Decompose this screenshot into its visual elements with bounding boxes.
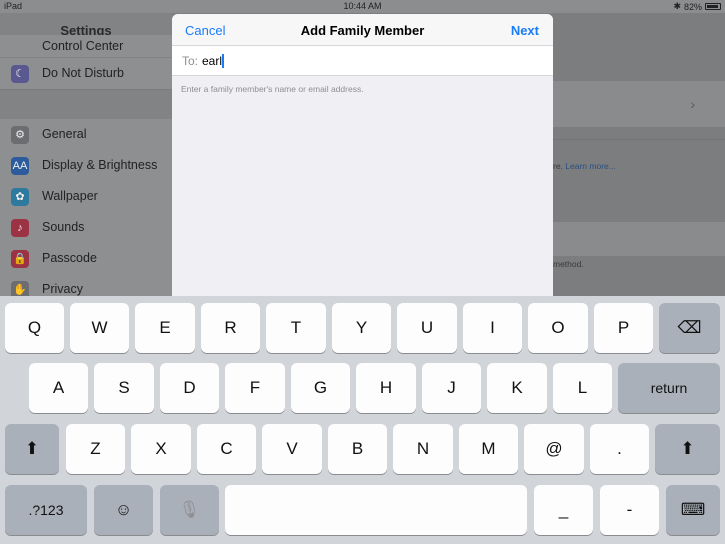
- battery-percent: 82%: [683, 1, 702, 12]
- to-hint: Enter a family member's name or email ad…: [181, 84, 364, 94]
- key-c[interactable]: C: [197, 424, 256, 474]
- key-z[interactable]: Z: [66, 424, 125, 474]
- key-m[interactable]: M: [459, 424, 518, 474]
- key-j[interactable]: J: [422, 363, 481, 413]
- background-detail-pane: › re. Learn more... method.: [553, 13, 725, 296]
- microphone-icon: 🎙: [178, 500, 201, 519]
- settings-item-privacy[interactable]: ✋ Privacy: [0, 274, 172, 296]
- settings-item-passcode[interactable]: 🔒 Passcode: [0, 243, 172, 274]
- display-icon: AA: [11, 157, 29, 175]
- delete-key[interactable]: ⌫: [659, 303, 720, 353]
- keyboard-hide-icon: ⌨: [680, 500, 706, 519]
- moon-icon: ☾: [11, 65, 29, 83]
- key-a[interactable]: A: [29, 363, 88, 413]
- key-p[interactable]: P: [594, 303, 653, 353]
- next-button[interactable]: Next: [511, 23, 539, 38]
- settings-item-general[interactable]: ⚙ General: [0, 119, 172, 150]
- key-dash[interactable]: -: [600, 485, 659, 535]
- key-v[interactable]: V: [262, 424, 322, 474]
- emoji-key[interactable]: ☺: [94, 485, 153, 535]
- status-time: 10:44 AM: [343, 1, 382, 11]
- key-o[interactable]: O: [528, 303, 588, 353]
- learn-more-link[interactable]: Learn more...: [565, 161, 616, 171]
- emoji-icon: ☺: [114, 500, 133, 519]
- shift-icon: ⬆: [24, 439, 40, 458]
- control-center-icon: [11, 37, 29, 55]
- shift-key-left[interactable]: ⬆: [5, 424, 59, 474]
- speaker-icon: ♪: [11, 219, 29, 237]
- detail-row-2: [553, 222, 725, 256]
- key-l[interactable]: L: [553, 363, 612, 413]
- key-y[interactable]: Y: [332, 303, 391, 353]
- settings-item-display[interactable]: AA Display & Brightness: [0, 150, 172, 181]
- to-input[interactable]: earl: [202, 54, 225, 68]
- key-b[interactable]: B: [328, 424, 387, 474]
- divider: [553, 139, 725, 140]
- hide-keyboard-key[interactable]: ⌨: [666, 485, 720, 535]
- return-key[interactable]: return: [618, 363, 720, 413]
- key-t[interactable]: T: [266, 303, 326, 353]
- key-at[interactable]: @: [524, 424, 584, 474]
- status-right: ✱ 82%: [673, 1, 721, 12]
- settings-item-control-center[interactable]: Control Center: [0, 35, 172, 57]
- key-x[interactable]: X: [131, 424, 191, 474]
- detail-footer: re. Learn more...: [553, 161, 616, 171]
- keyboard: Q W E R T Y U I O P ⌫ A S D F G H J K L …: [0, 296, 725, 544]
- shift-icon: ⬆: [680, 439, 695, 458]
- key-s[interactable]: S: [94, 363, 154, 413]
- delete-icon: ⌫: [677, 318, 702, 337]
- key-n[interactable]: N: [393, 424, 453, 474]
- divider: [0, 89, 172, 90]
- key-i[interactable]: I: [463, 303, 522, 353]
- space-bar[interactable]: [225, 485, 527, 535]
- numbers-key[interactable]: .?123: [5, 485, 87, 535]
- detail-row: ›: [553, 81, 725, 127]
- settings-item-wallpaper[interactable]: ✿ Wallpaper: [0, 181, 172, 212]
- key-period[interactable]: .: [590, 424, 649, 474]
- key-g[interactable]: G: [291, 363, 350, 413]
- key-k[interactable]: K: [487, 363, 547, 413]
- text-caret: [222, 54, 225, 68]
- to-field[interactable]: To: earl: [172, 46, 553, 76]
- battery-icon: [705, 3, 721, 10]
- dictation-key[interactable]: 🎙: [160, 485, 219, 535]
- detail-footer-2: method.: [553, 259, 584, 269]
- to-label: To:: [182, 54, 199, 68]
- key-w[interactable]: W: [70, 303, 129, 353]
- settings-item-sounds[interactable]: ♪ Sounds: [0, 212, 172, 243]
- key-f[interactable]: F: [225, 363, 285, 413]
- key-u[interactable]: U: [397, 303, 457, 353]
- to-input-value: earl: [202, 54, 223, 68]
- key-e[interactable]: E: [135, 303, 195, 353]
- key-d[interactable]: D: [160, 363, 219, 413]
- status-bar: iPad 10:44 AM ✱ 82%: [0, 0, 725, 13]
- add-family-member-sheet: Cancel Add Family Member Next To: earl E…: [172, 14, 553, 296]
- settings-item-do-not-disturb[interactable]: ☾ Do Not Disturb: [0, 58, 172, 89]
- key-underscore[interactable]: _: [534, 485, 593, 535]
- modal-header: Cancel Add Family Member Next: [172, 14, 553, 46]
- key-r[interactable]: R: [201, 303, 260, 353]
- shift-key-right[interactable]: ⬆: [655, 424, 720, 474]
- key-q[interactable]: Q: [5, 303, 64, 353]
- gear-icon: ⚙: [11, 126, 29, 144]
- key-h[interactable]: H: [356, 363, 416, 413]
- bluetooth-icon: ✱: [673, 1, 681, 11]
- wallpaper-icon: ✿: [11, 188, 29, 206]
- settings-sidebar: Settings Control Center ☾ Do Not Disturb…: [0, 13, 172, 296]
- chevron-right-icon: ›: [690, 96, 695, 112]
- lock-icon: 🔒: [11, 250, 29, 268]
- modal-title: Add Family Member: [300, 23, 425, 38]
- hand-icon: ✋: [11, 281, 29, 296]
